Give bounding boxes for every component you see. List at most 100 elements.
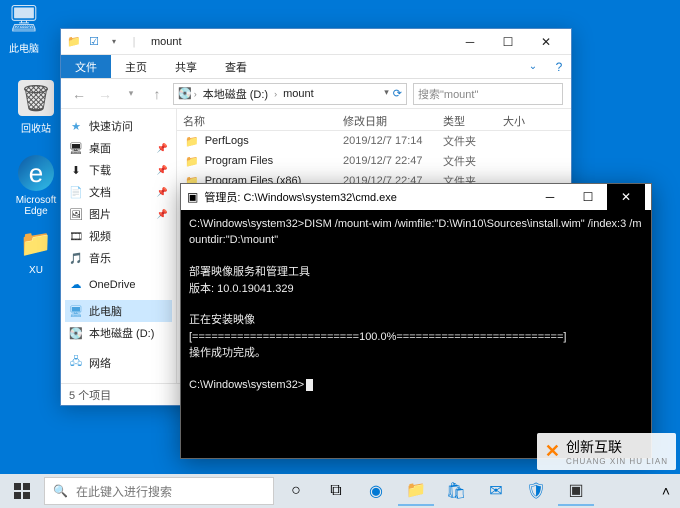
ribbon-tab-share[interactable]: 共享 [161,55,211,78]
sidebar-network[interactable]: 🖧网络 [65,350,172,375]
watermark: ✕ 创新互联 CHUANG XIN HU LIAN [537,433,676,470]
nav-back-button[interactable]: ← [69,84,89,104]
explorer-address-bar: ← → ▾ ↑ 💽 › 本地磁盘 (D:) › mount ▾ ⟳ 搜索"mou… [61,79,571,109]
nav-up-button[interactable]: ↑ [147,84,167,104]
taskbar-app-edge[interactable]: ◉ [358,476,394,506]
ribbon-tab-home[interactable]: 主页 [111,55,161,78]
sidebar-item-music[interactable]: 🎵音乐 [65,247,172,269]
cmd-titlebar[interactable]: ▣ 管理员: C:\Windows\system32\cmd.exe ─ ☐ ✕ [181,184,651,210]
taskbar-app-store[interactable]: 🛍 [438,476,474,506]
cmd-icon: ▣ [187,190,198,204]
cloud-icon: ☁ [69,278,83,291]
pin-icon: 📌 [157,187,168,198]
network-icon: 🖧 [69,353,83,372]
sidebar-item-desktop[interactable]: 🖥桌面📌 [65,137,172,159]
nav-forward-button[interactable]: → [95,84,115,104]
pc-icon: 🖥 [6,0,42,36]
sidebar-this-pc[interactable]: 🖥此电脑 [65,300,172,322]
desktop-icon-this-pc[interactable]: 🖥 此电脑 [0,0,48,55]
windows-icon [14,483,30,499]
music-icon: 🎵 [69,252,83,265]
taskbar-app-mail[interactable]: ✉ [478,476,514,506]
edge-icon: e [18,155,54,191]
desktop-icon: 🖥 [69,142,83,155]
table-row[interactable]: 📁Program Files2019/12/7 22:47文件夹 [177,151,571,171]
desktop-icon-folder[interactable]: 📁 XU [12,225,60,276]
star-icon: ★ [69,120,83,133]
desktop-icon-label: XU [12,265,60,276]
search-input[interactable]: 搜索"mount" [413,83,563,105]
desktop-icon-recycle-bin[interactable]: 🗑 回收站 [12,80,60,135]
pin-icon: 📌 [157,209,168,220]
col-date[interactable]: 修改日期 [337,109,437,130]
sidebar-quick-access[interactable]: ★快速访问 [65,115,172,137]
address-dropdown-icon[interactable]: ▾ [384,87,389,100]
explorer-sidebar: ★快速访问 🖥桌面📌 ⬇下载📌 📄文档📌 🖼图片📌 🎞视频 🎵音乐 ☁OneDr… [61,109,177,383]
chevron-right-icon: › [194,89,197,99]
minimize-button[interactable]: ─ [531,184,569,210]
taskbar: 🔍 在此键入进行搜索 ○ ⧉ ◉ 📁 🛍 ✉ 🛡 ▣ ˄ [0,474,680,508]
file-name: PerfLogs [205,135,249,147]
sidebar-onedrive[interactable]: ☁OneDrive [65,275,172,294]
video-icon: 🎞 [69,230,83,243]
sidebar-item-pictures[interactable]: 🖼图片📌 [65,203,172,225]
breadcrumb[interactable]: mount [279,88,318,100]
close-button[interactable]: ✕ [527,29,565,55]
ribbon-tab-view[interactable]: 查看 [211,55,261,78]
pictures-icon: 🖼 [69,208,83,221]
explorer-titlebar[interactable]: 📁 ☑ ▾ | mount ─ ☐ ✕ [61,29,571,55]
task-view-button[interactable]: ⧉ [318,476,354,506]
sidebar-item-drive-d[interactable]: 💽本地磁盘 (D:) [65,322,172,344]
cmd-window: ▣ 管理员: C:\Windows\system32\cmd.exe ─ ☐ ✕… [180,183,652,459]
qat-properties-icon[interactable]: ☑ [87,35,101,49]
status-item-count: 5 个项目 [69,387,111,403]
sidebar-item-downloads[interactable]: ⬇下载📌 [65,159,172,181]
col-size[interactable]: 大小 [497,109,571,130]
column-headers: 名称 修改日期 类型 大小 [177,109,571,131]
desktop-icon-label: 此电脑 [0,40,48,55]
ribbon-help-icon[interactable]: ? [547,55,571,78]
sidebar-item-documents[interactable]: 📄文档📌 [65,181,172,203]
recycle-bin-icon: 🗑 [18,80,54,116]
folder-icon: 📁 [185,155,199,168]
cmd-output[interactable]: C:\Windows\system32>DISM /mount-wim /wim… [181,210,651,458]
cursor [306,379,313,391]
refresh-icon[interactable]: ⟳ [393,87,402,100]
close-button[interactable]: ✕ [607,184,645,210]
document-icon: 📄 [69,186,83,199]
breadcrumb[interactable]: 本地磁盘 (D:) [199,86,272,102]
cortana-button[interactable]: ○ [278,476,314,506]
taskbar-search[interactable]: 🔍 在此键入进行搜索 [44,477,274,505]
col-name[interactable]: 名称 [177,109,337,130]
maximize-button[interactable]: ☐ [569,184,607,210]
file-type: 文件夹 [437,133,497,149]
search-icon: 🔍 [53,484,68,498]
desktop-icon-label: Microsoft Edge [12,195,60,217]
table-row[interactable]: 📁PerfLogs2019/12/7 17:14文件夹 [177,131,571,151]
cmd-title-text: 管理员: C:\Windows\system32\cmd.exe [204,189,397,205]
explorer-title: mount [151,36,182,48]
drive-icon: 💽 [69,327,83,340]
download-icon: ⬇ [69,164,83,177]
desktop-icon-edge[interactable]: e Microsoft Edge [12,155,60,217]
qat-dropdown-icon[interactable]: ▾ [107,35,121,49]
nav-recent-dropdown[interactable]: ▾ [121,84,141,104]
drive-icon: 💽 [178,87,192,100]
start-button[interactable] [4,476,40,506]
ribbon-collapse-icon[interactable]: ⌄ [519,55,547,78]
taskbar-app-security[interactable]: 🛡 [518,476,554,506]
taskbar-app-cmd[interactable]: ▣ [558,476,594,506]
sidebar-item-videos[interactable]: 🎞视频 [65,225,172,247]
taskbar-app-explorer[interactable]: 📁 [398,476,434,506]
tray-overflow-icon[interactable]: ˄ [662,483,670,499]
maximize-button[interactable]: ☐ [489,29,527,55]
pin-icon: 📌 [157,165,168,176]
explorer-ribbon: 文件 主页 共享 查看 ⌄ ? [61,55,571,79]
folder-icon: 📁 [18,225,54,261]
system-tray: ˄ [662,483,676,499]
minimize-button[interactable]: ─ [451,29,489,55]
col-type[interactable]: 类型 [437,109,497,130]
ribbon-tab-file[interactable]: 文件 [61,55,111,78]
address-path[interactable]: 💽 › 本地磁盘 (D:) › mount ▾ ⟳ [173,83,407,105]
file-type: 文件夹 [437,153,497,169]
